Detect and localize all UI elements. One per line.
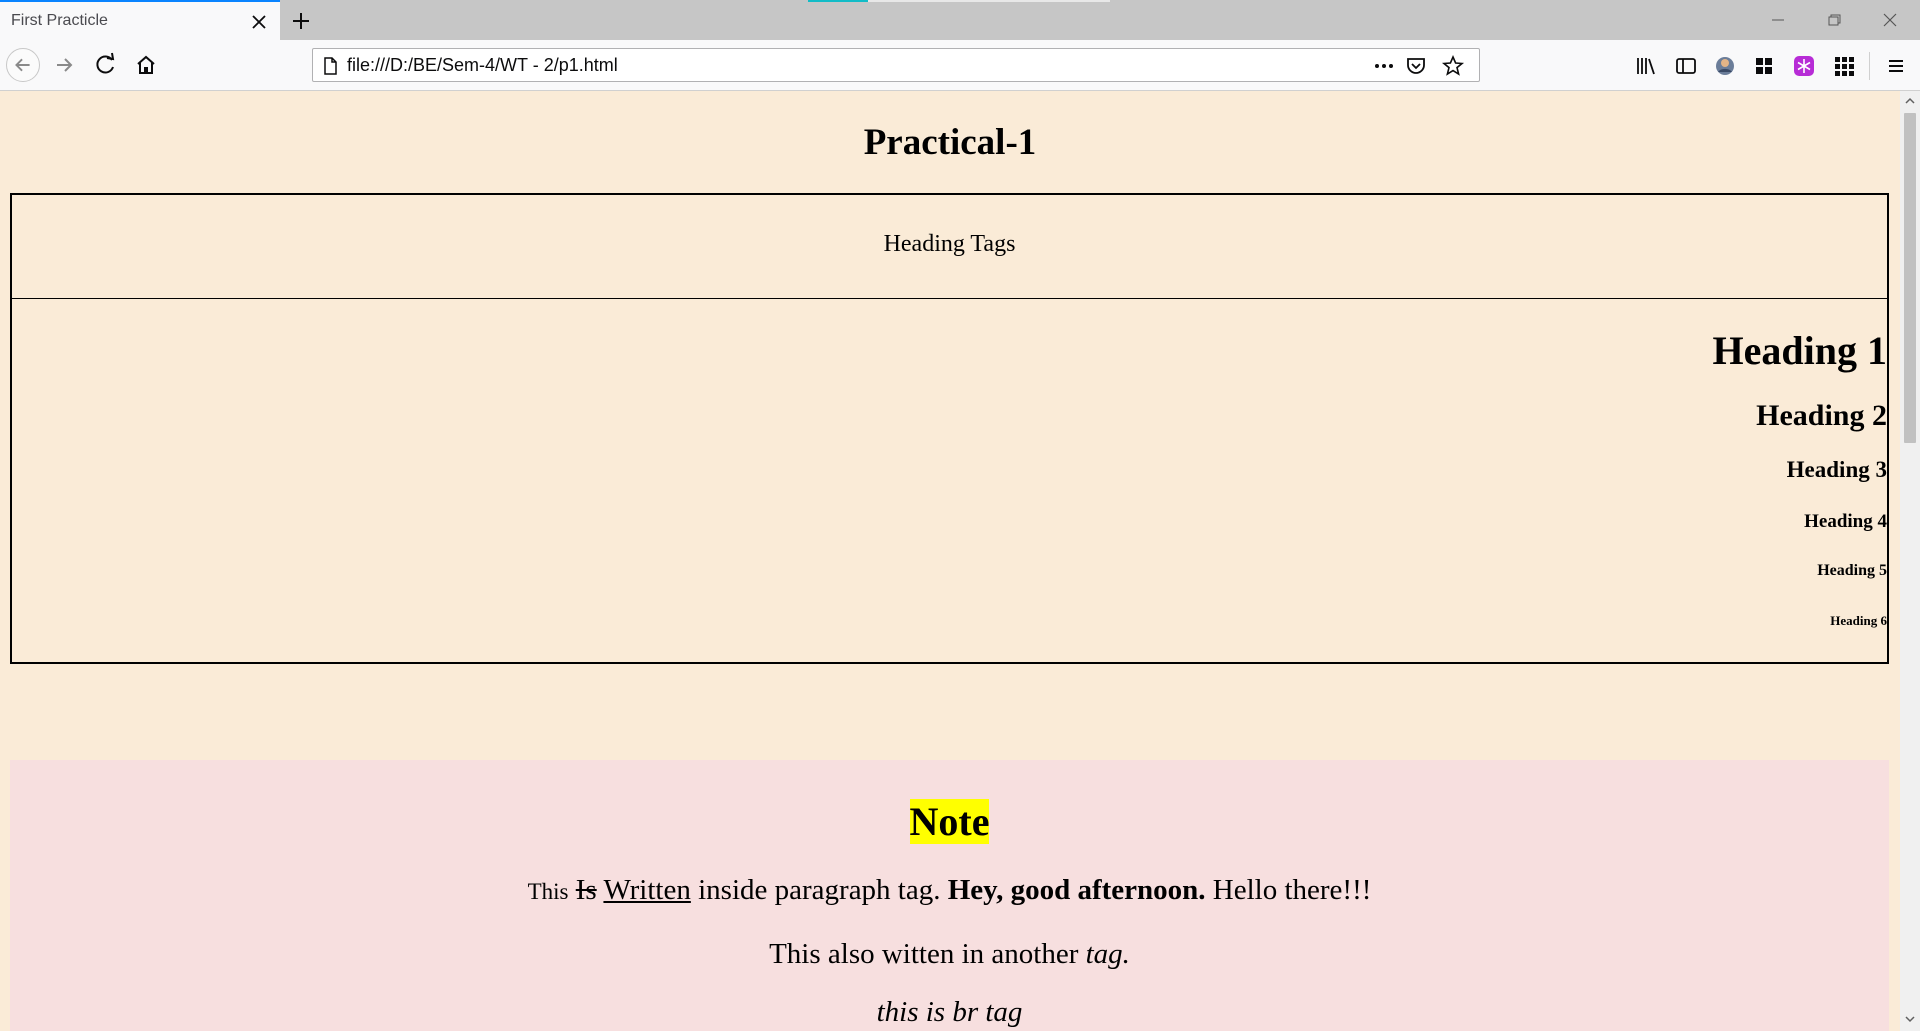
page-title: Practical-1 bbox=[863, 122, 1037, 163]
hamburger-menu-icon[interactable] bbox=[1884, 54, 1908, 78]
bold-text: Hey, good afternoon. bbox=[947, 874, 1206, 906]
reload-icon[interactable] bbox=[89, 48, 123, 82]
page-actions-icon[interactable] bbox=[1371, 56, 1397, 76]
home-icon[interactable] bbox=[129, 48, 163, 82]
vertical-scrollbar[interactable] bbox=[1900, 91, 1920, 1031]
tab-bar: First Practicle bbox=[0, 0, 1920, 40]
strikethrough-text: Is bbox=[575, 874, 597, 906]
minimize-icon[interactable] bbox=[1764, 8, 1792, 32]
underlined-text: Written bbox=[603, 874, 691, 906]
window-close-icon[interactable] bbox=[1876, 8, 1904, 32]
library-icon[interactable] bbox=[1634, 54, 1658, 78]
url-text: file:///D:/BE/Sem-4/WT - 2/p1.html bbox=[347, 55, 618, 75]
scroll-up-icon[interactable] bbox=[1904, 95, 1916, 107]
paragraph-text: inside paragraph tag. bbox=[698, 874, 941, 906]
apps-grid-icon[interactable] bbox=[1832, 54, 1856, 78]
extension-grid-icon[interactable] bbox=[1752, 54, 1776, 78]
scroll-down-icon[interactable] bbox=[1904, 1013, 1916, 1025]
url-bar[interactable]: file:///D:/BE/Sem-4/WT - 2/p1.html bbox=[312, 48, 1480, 82]
heading-2: Heading 2 bbox=[1756, 399, 1887, 432]
forward-arrow-icon[interactable] bbox=[48, 48, 82, 82]
tab-strip-indicator bbox=[868, 0, 1110, 2]
heading-5: Heading 5 bbox=[1817, 562, 1887, 579]
tab-active[interactable]: First Practicle bbox=[0, 0, 280, 40]
sidebar-icon[interactable] bbox=[1674, 54, 1698, 78]
tab-strip-accent bbox=[808, 0, 868, 2]
paragraph-3: this is br tag bbox=[876, 996, 1023, 1028]
heading-table: Heading Tags Heading 1 Heading 2 Heading… bbox=[10, 193, 1889, 664]
page-icon bbox=[324, 57, 337, 75]
note-section: Note This Is Written inside paragraph ta… bbox=[10, 760, 1889, 1031]
heading-6: Heading 6 bbox=[1830, 613, 1887, 628]
new-tab-icon[interactable] bbox=[288, 8, 314, 34]
account-avatar-icon[interactable] bbox=[1713, 54, 1737, 78]
heading-1: Heading 1 bbox=[1712, 328, 1887, 373]
heading-4: Heading 4 bbox=[1804, 511, 1887, 532]
heading-3: Heading 3 bbox=[1786, 457, 1887, 482]
bookmark-star-icon[interactable] bbox=[1441, 54, 1465, 78]
close-tab-icon[interactable] bbox=[248, 11, 270, 33]
tab-title: First Practicle bbox=[11, 12, 108, 29]
small-text: This bbox=[527, 879, 569, 904]
paragraph-2: This also witten in another tag. bbox=[10, 938, 1889, 971]
paragraph-1: This Is Written inside paragraph tag. He… bbox=[10, 874, 1889, 907]
restore-icon[interactable] bbox=[1820, 8, 1848, 32]
paragraph-end-text: Hello there!!! bbox=[1212, 874, 1372, 906]
italic-text: tag. bbox=[1085, 938, 1130, 970]
toolbar-divider bbox=[1869, 52, 1870, 80]
table-header-text: Heading Tags bbox=[883, 231, 1016, 257]
back-arrow-icon[interactable] bbox=[6, 48, 40, 82]
navigation-bar: file:///D:/BE/Sem-4/WT - 2/p1.html bbox=[0, 40, 1920, 91]
note-title-highlight: Note bbox=[909, 799, 990, 844]
note-title: Note bbox=[10, 798, 1889, 845]
pocket-icon[interactable] bbox=[1405, 55, 1427, 77]
table-header-cell: Heading Tags bbox=[12, 195, 1887, 299]
extension-snowflake-icon[interactable] bbox=[1792, 54, 1816, 78]
paragraph-2-text: This also witten in another bbox=[769, 938, 1079, 970]
page-content: Practical-1 Heading Tags Heading 1 Headi… bbox=[0, 91, 1900, 1031]
scrollbar-thumb[interactable] bbox=[1904, 113, 1916, 443]
